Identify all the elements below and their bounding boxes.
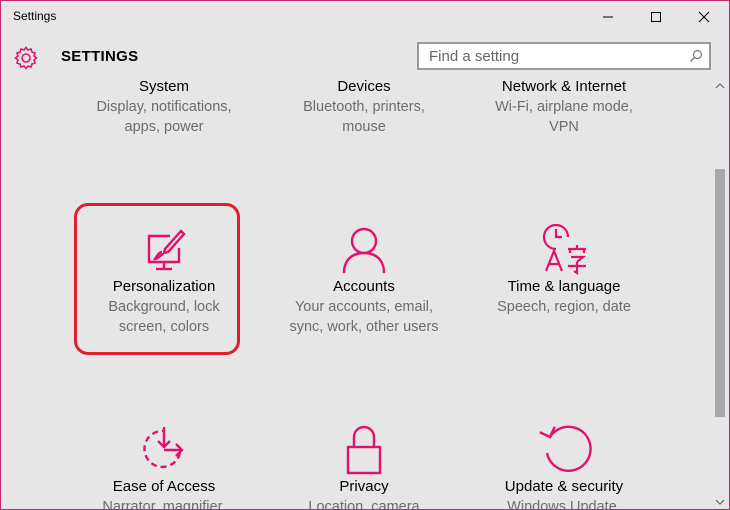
title-bar[interactable]: Settings — [1, 1, 729, 33]
tile-description: Wi-Fi, airplane mode, — [495, 99, 633, 115]
settings-window: Settings SETTINGS System Display, notifi… — [0, 0, 730, 510]
tile-description: sync, work, other users — [289, 319, 439, 335]
vertical-scrollbar[interactable] — [712, 79, 729, 509]
update-security-icon — [539, 425, 592, 472]
scrollbar-thumb[interactable] — [715, 169, 725, 417]
tile-time-language[interactable]: Time & language Speech, region, date — [464, 215, 664, 335]
tile-name: Time & language — [507, 278, 621, 295]
scroll-up-icon[interactable] — [715, 82, 725, 90]
page-title: SETTINGS — [61, 48, 139, 65]
tile-description: Your accounts, email, — [294, 299, 434, 315]
tile-privacy[interactable]: Privacy Location, camera — [264, 415, 464, 509]
tile-name: Devices — [337, 78, 391, 95]
tile-update-security[interactable]: Update & security Windows Update, — [464, 415, 664, 509]
tile-description: Bluetooth, printers, — [303, 99, 425, 115]
tile-description: Windows Update, — [507, 499, 621, 509]
window-title: Settings — [13, 9, 57, 23]
tile-name: Ease of Access — [112, 478, 216, 495]
tile-name: Update & security — [504, 478, 624, 495]
tile-name: Accounts — [333, 278, 395, 295]
close-icon — [698, 11, 710, 23]
search-icon[interactable] — [689, 49, 703, 63]
tile-description: Location, camera — [308, 499, 420, 509]
gear-icon — [14, 46, 38, 70]
tile-name: System — [138, 78, 189, 95]
tile-description: apps, power — [124, 119, 204, 135]
tile-description: Narrator, magnifier, — [102, 499, 226, 509]
tile-accounts[interactable]: Accounts Your accounts, email, sync, wor… — [264, 215, 464, 335]
tile-name: Privacy — [339, 478, 389, 495]
ease-of-access-icon — [143, 427, 184, 469]
minimize-icon — [603, 16, 613, 18]
search-box[interactable] — [417, 42, 711, 70]
time-language-icon — [542, 223, 587, 276]
accounts-icon — [342, 227, 386, 274]
tile-name: Network & Internet — [501, 78, 627, 95]
tile-description: VPN — [549, 119, 579, 135]
maximize-button[interactable] — [633, 1, 679, 33]
scroll-down-icon[interactable] — [715, 498, 725, 506]
privacy-icon — [346, 425, 382, 475]
tile-description: Speech, region, date — [497, 299, 631, 315]
maximize-icon — [651, 12, 661, 22]
highlight-annotation — [74, 203, 240, 355]
tile-description: Display, notifications, — [96, 99, 232, 115]
minimize-button[interactable] — [585, 1, 631, 33]
close-button[interactable] — [681, 1, 727, 33]
tile-description: mouse — [342, 119, 386, 135]
tile-ease-of-access[interactable]: Ease of Access Narrator, magnifier, — [64, 415, 264, 509]
search-input[interactable] — [419, 44, 674, 68]
